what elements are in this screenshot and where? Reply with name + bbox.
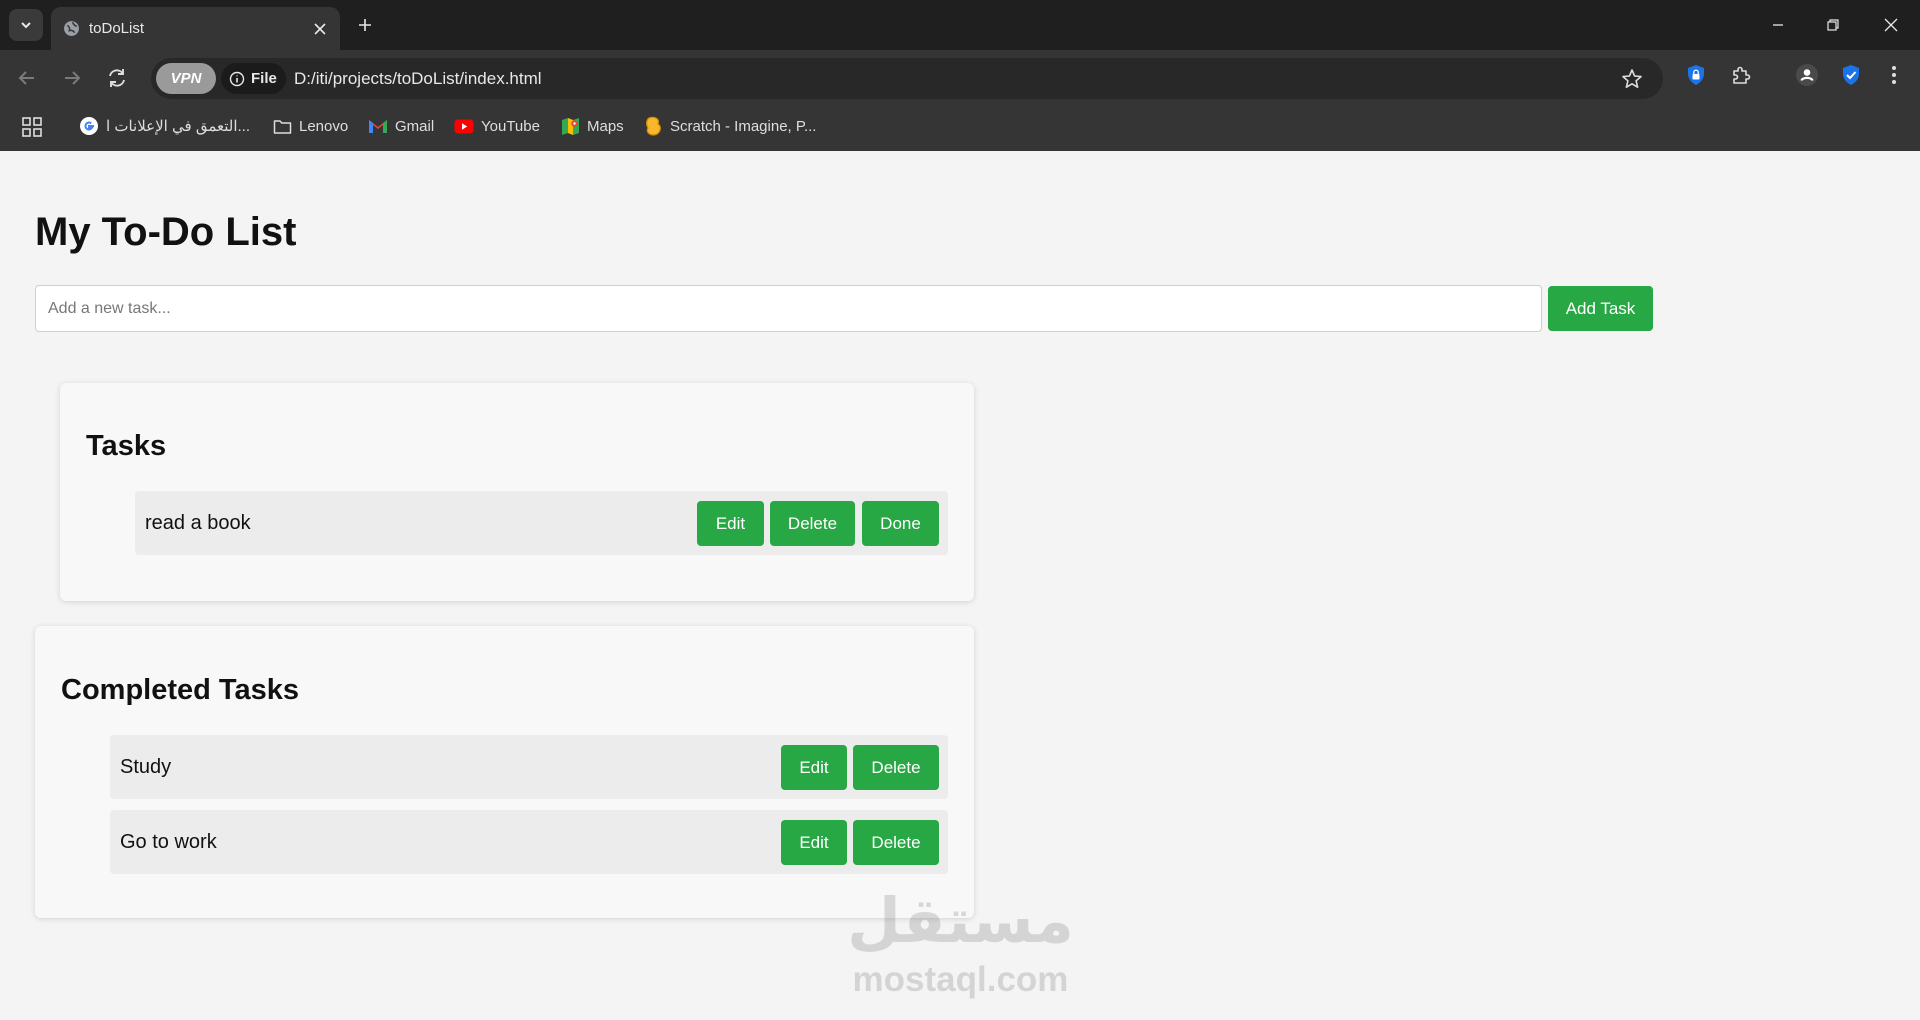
task-text: read a book: [145, 512, 251, 534]
completed-task-text: Go to work: [120, 831, 217, 853]
kebab-menu-icon: [1892, 66, 1896, 84]
new-tab-button[interactable]: [352, 12, 378, 38]
gmail-icon: [369, 120, 387, 133]
reload-button[interactable]: [99, 60, 135, 96]
edit-button[interactable]: Edit: [697, 501, 764, 546]
edit-button[interactable]: Edit: [781, 745, 847, 790]
apps-grid-icon[interactable]: [21, 116, 43, 138]
shield-check-icon: [1843, 65, 1859, 85]
bookmark-label: Scratch - Imagine, P...: [670, 117, 817, 135]
puzzle-icon: [1733, 66, 1751, 84]
security-extension-button[interactable]: [1836, 60, 1866, 90]
tab-title: toDoList: [89, 20, 145, 37]
page-title: My To-Do List: [35, 210, 297, 254]
maps-icon: [562, 117, 579, 135]
bookmark-lenovo[interactable]: Lenovo: [273, 114, 348, 138]
profile-button[interactable]: [1792, 60, 1822, 90]
globe-icon: [64, 21, 79, 36]
watermark-latin: mostaql.com: [852, 960, 1069, 999]
new-task-input[interactable]: [35, 285, 1542, 332]
restore-button[interactable]: [1818, 10, 1848, 40]
bookmark-label: YouTube: [481, 117, 540, 135]
lock-shield-icon: [1688, 65, 1704, 85]
back-arrow-icon: [18, 71, 34, 85]
tab-strip: toDoList: [0, 0, 1920, 50]
restore-icon: [1827, 19, 1839, 31]
minimize-button[interactable]: [1763, 10, 1793, 40]
tasks-card: Tasks read a book Edit Delete Done: [60, 383, 974, 601]
address-bar[interactable]: VPN File D:/iti/projects/toDoList/index.…: [151, 58, 1663, 99]
reload-icon: [109, 69, 125, 87]
completed-tasks-card: Completed Tasks Study Edit Delete Go to …: [35, 626, 974, 918]
profile-icon: [1796, 64, 1818, 86]
forward-button[interactable]: [54, 60, 90, 96]
completed-heading: Completed Tasks: [61, 674, 299, 706]
watermark-arabic: مستقل: [847, 884, 1074, 957]
youtube-icon: [454, 119, 474, 133]
bookmark-star-button[interactable]: [1618, 65, 1646, 93]
close-window-button[interactable]: [1876, 10, 1906, 40]
site-info-chip[interactable]: File: [221, 63, 286, 94]
url-text[interactable]: D:/iti/projects/toDoList/index.html: [294, 69, 542, 89]
browser-tab[interactable]: toDoList: [51, 7, 340, 50]
back-button[interactable]: [9, 60, 45, 96]
google-icon: [80, 117, 98, 135]
bookmark-label: Maps: [587, 117, 624, 135]
password-extension-button[interactable]: [1681, 60, 1711, 90]
completed-task-text: Study: [120, 756, 172, 778]
done-button[interactable]: Done: [862, 501, 939, 546]
extensions-button[interactable]: [1726, 60, 1756, 90]
edit-button[interactable]: Edit: [781, 820, 847, 865]
delete-button[interactable]: Delete: [853, 820, 939, 865]
tasks-heading: Tasks: [86, 430, 167, 462]
minimize-icon: [1773, 24, 1783, 26]
browser-toolbar: VPN File D:/iti/projects/toDoList/index.…: [0, 50, 1920, 107]
delete-button[interactable]: Delete: [770, 501, 855, 546]
completed-item: Study Edit Delete: [110, 735, 948, 799]
bookmark-scratch[interactable]: Scratch - Imagine, P...: [645, 114, 816, 138]
delete-button[interactable]: Delete: [853, 745, 939, 790]
browser-menu-button[interactable]: [1879, 60, 1909, 90]
folder-icon: [273, 119, 292, 134]
star-icon: [1622, 69, 1642, 88]
close-icon: [1884, 18, 1898, 32]
bookmark-google-ads[interactable]: التعمق في الإعلانات ا...: [79, 114, 250, 138]
task-item: read a book Edit Delete Done: [135, 491, 948, 555]
vpn-badge[interactable]: VPN: [156, 63, 216, 94]
bookmark-maps[interactable]: Maps: [561, 114, 624, 138]
scratch-icon: [646, 116, 661, 136]
bookmark-label: Gmail: [395, 117, 435, 135]
forward-arrow-icon: [65, 71, 81, 85]
chevron-down-icon: [21, 22, 31, 29]
tab-close-icon[interactable]: [309, 18, 331, 40]
tab-search-button[interactable]: [9, 9, 43, 41]
file-label: File: [251, 70, 277, 87]
bookmark-label: Lenovo: [299, 117, 349, 135]
completed-item: Go to work Edit Delete: [110, 810, 948, 874]
mostaql-watermark: مستقل mostaql.com: [843, 884, 1078, 1004]
info-icon: [229, 71, 245, 86]
bookmark-youtube[interactable]: YouTube: [454, 114, 540, 138]
browser-chrome: toDoList VPN File D:/iti/projects/toDoLi…: [0, 0, 1920, 151]
bookmark-gmail[interactable]: Gmail: [368, 114, 434, 138]
add-task-button[interactable]: Add Task: [1548, 286, 1653, 331]
plus-icon: [359, 19, 371, 31]
bookmark-label: التعمق في الإعلانات ا...: [106, 118, 251, 135]
